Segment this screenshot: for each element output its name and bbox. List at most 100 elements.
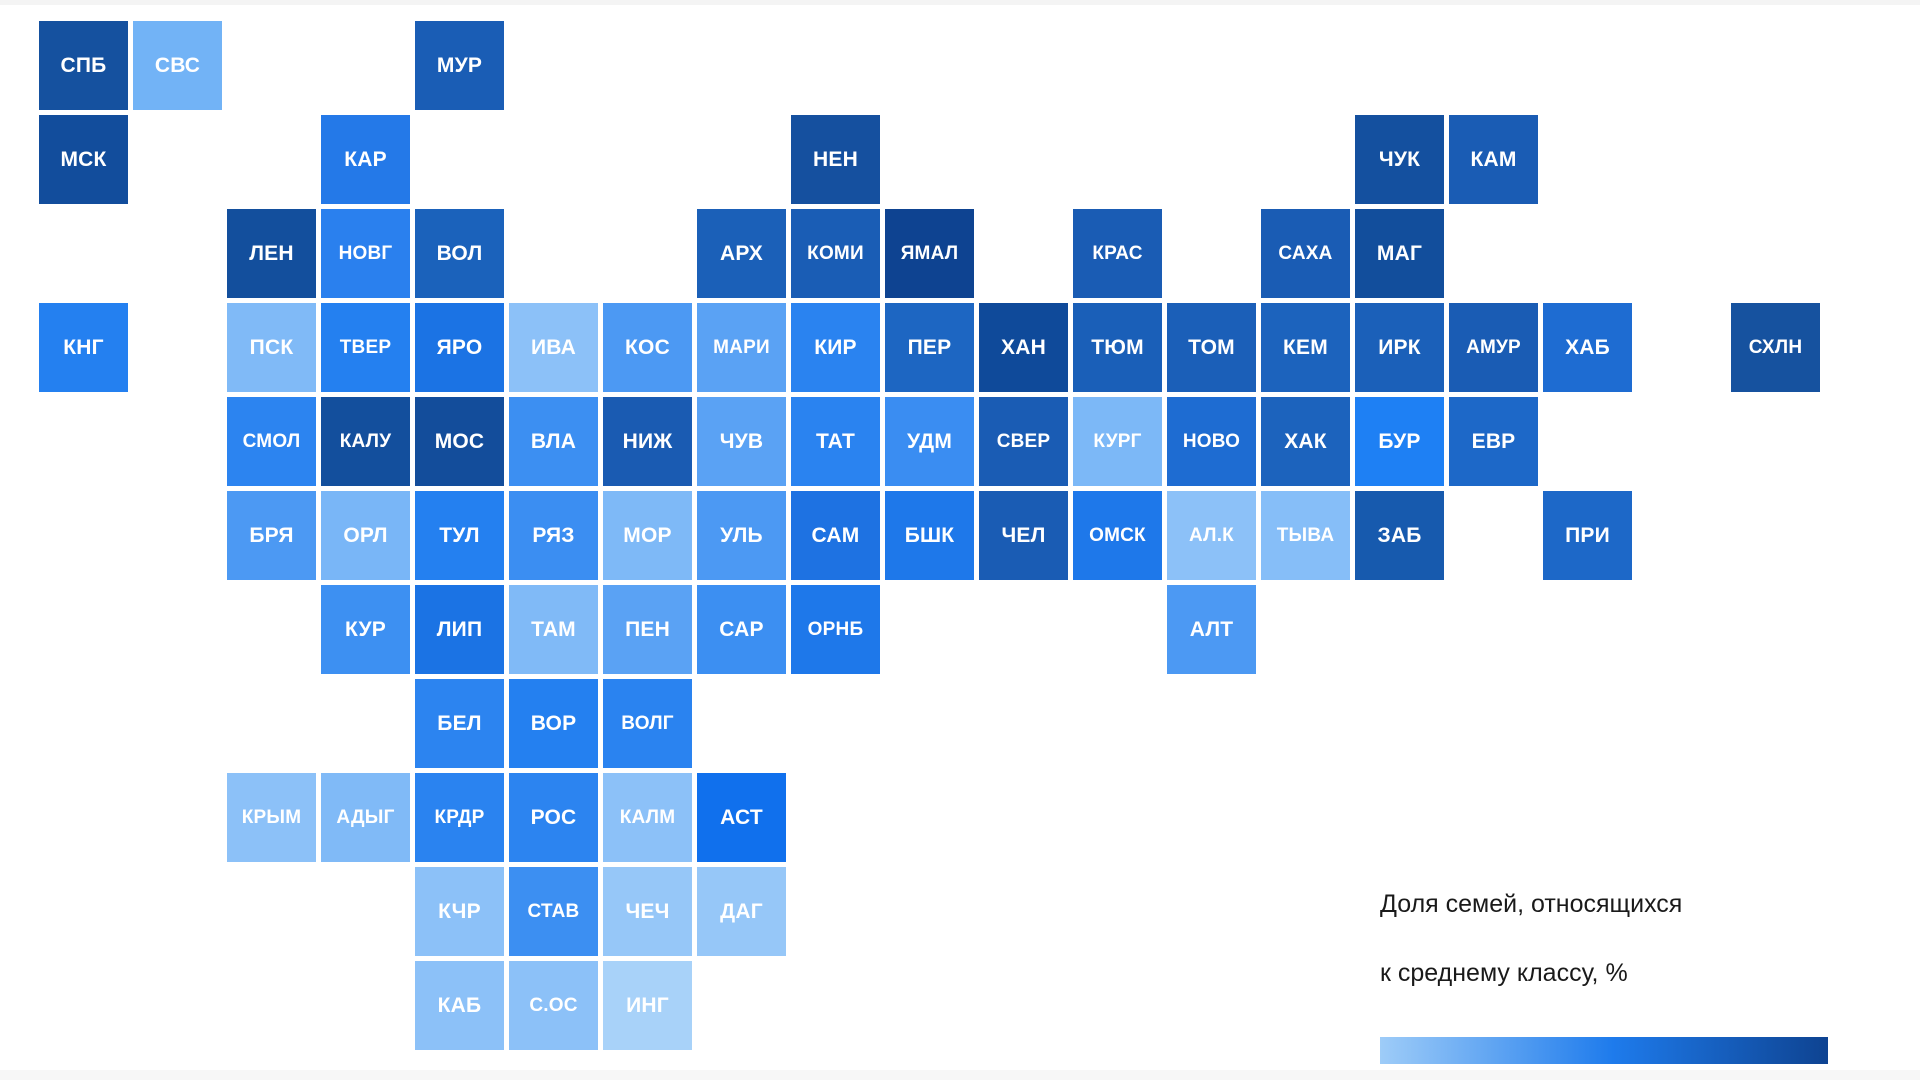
region-tile-КНГ[interactable]: КНГ	[39, 303, 128, 392]
region-tile-label: БУР	[1378, 430, 1421, 453]
region-tile-ЯРО[interactable]: ЯРО	[415, 303, 504, 392]
region-tile-label: АЛТ	[1189, 618, 1234, 641]
region-tile-ВОЛ[interactable]: ВОЛ	[415, 209, 504, 298]
region-tile-КРДР[interactable]: КРДР	[415, 773, 504, 862]
region-tile-КАМ[interactable]: КАМ	[1449, 115, 1538, 204]
region-tile-label: МОР	[623, 524, 672, 547]
region-tile-label: ПРИ	[1565, 524, 1610, 547]
region-tile-МСК[interactable]: МСК	[39, 115, 128, 204]
region-tile-СПБ[interactable]: СПБ	[39, 21, 128, 110]
region-tile-КАБ[interactable]: КАБ	[415, 961, 504, 1050]
region-tile-ИВА[interactable]: ИВА	[509, 303, 598, 392]
region-tile-КРЫМ[interactable]: КРЫМ	[227, 773, 316, 862]
region-tile-КАР[interactable]: КАР	[321, 115, 410, 204]
region-tile-ХАК[interactable]: ХАК	[1261, 397, 1350, 486]
region-tile-СВЕР[interactable]: СВЕР	[979, 397, 1068, 486]
region-tile-ЧУВ[interactable]: ЧУВ	[697, 397, 786, 486]
region-tile-ПЕР[interactable]: ПЕР	[885, 303, 974, 392]
region-tile-ТАТ[interactable]: ТАТ	[791, 397, 880, 486]
region-tile-ИРК[interactable]: ИРК	[1355, 303, 1444, 392]
region-tile-ЧЕЛ[interactable]: ЧЕЛ	[979, 491, 1068, 580]
region-tile-КУР[interactable]: КУР	[321, 585, 410, 674]
region-tile-ПРИ[interactable]: ПРИ	[1543, 491, 1632, 580]
region-tile-НЕН[interactable]: НЕН	[791, 115, 880, 204]
region-tile-ТУЛ[interactable]: ТУЛ	[415, 491, 504, 580]
region-tile-РОС[interactable]: РОС	[509, 773, 598, 862]
region-tile-БРЯ[interactable]: БРЯ	[227, 491, 316, 580]
region-tile-ОРНБ[interactable]: ОРНБ	[791, 585, 880, 674]
region-tile-ВЛА[interactable]: ВЛА	[509, 397, 598, 486]
region-tile-МАГ[interactable]: МАГ	[1355, 209, 1444, 298]
region-tile-КРАС[interactable]: КРАС	[1073, 209, 1162, 298]
region-tile-ХАБ[interactable]: ХАБ	[1543, 303, 1632, 392]
region-tile-ХАН[interactable]: ХАН	[979, 303, 1068, 392]
region-tile-БШК[interactable]: БШК	[885, 491, 974, 580]
region-tile-КИР[interactable]: КИР	[791, 303, 880, 392]
region-tile-label: МАГ	[1376, 242, 1423, 265]
region-tile-label: ПЕН	[625, 618, 670, 641]
region-tile-ОМСК[interactable]: ОМСК	[1073, 491, 1162, 580]
region-tile-МУР[interactable]: МУР	[415, 21, 504, 110]
region-tile-label: КАЛМ	[619, 807, 676, 828]
region-tile-МАРИ[interactable]: МАРИ	[697, 303, 786, 392]
region-tile-label: МАРИ	[713, 337, 770, 358]
region-tile-ЛИП[interactable]: ЛИП	[415, 585, 504, 674]
region-tile-ЧУК[interactable]: ЧУК	[1355, 115, 1444, 204]
region-tile-label: ДАГ	[720, 900, 763, 923]
region-tile-АДЫГ[interactable]: АДЫГ	[321, 773, 410, 862]
region-tile-КАЛМ[interactable]: КАЛМ	[603, 773, 692, 862]
region-tile-НОВО[interactable]: НОВО	[1167, 397, 1256, 486]
region-tile-ВОЛГ[interactable]: ВОЛГ	[603, 679, 692, 768]
region-tile-КУРГ[interactable]: КУРГ	[1073, 397, 1162, 486]
region-tile-САР[interactable]: САР	[697, 585, 786, 674]
region-tile-СМОЛ[interactable]: СМОЛ	[227, 397, 316, 486]
region-tile-АЛ.К[interactable]: АЛ.К	[1167, 491, 1256, 580]
region-tile-АМУР[interactable]: АМУР	[1449, 303, 1538, 392]
region-tile-НОВГ[interactable]: НОВГ	[321, 209, 410, 298]
region-tile-СТАВ[interactable]: СТАВ	[509, 867, 598, 956]
region-tile-КЕМ[interactable]: КЕМ	[1261, 303, 1350, 392]
region-tile-НИЖ[interactable]: НИЖ	[603, 397, 692, 486]
region-tile-УЛЬ[interactable]: УЛЬ	[697, 491, 786, 580]
region-tile-БУР[interactable]: БУР	[1355, 397, 1444, 486]
region-tile-ВОР[interactable]: ВОР	[509, 679, 598, 768]
region-tile-КАЛУ[interactable]: КАЛУ	[321, 397, 410, 486]
region-tile-КОМИ[interactable]: КОМИ	[791, 209, 880, 298]
region-tile-САХА[interactable]: САХА	[1261, 209, 1350, 298]
region-tile-ЛЕН[interactable]: ЛЕН	[227, 209, 316, 298]
region-tile-С.ОС[interactable]: С.ОС	[509, 961, 598, 1050]
region-tile-КОС[interactable]: КОС	[603, 303, 692, 392]
region-tile-ЯМАЛ[interactable]: ЯМАЛ	[885, 209, 974, 298]
region-tile-ИНГ[interactable]: ИНГ	[603, 961, 692, 1050]
region-tile-ДАГ[interactable]: ДАГ	[697, 867, 786, 956]
region-tile-ЗАБ[interactable]: ЗАБ	[1355, 491, 1444, 580]
region-tile-САМ[interactable]: САМ	[791, 491, 880, 580]
region-tile-МОР[interactable]: МОР	[603, 491, 692, 580]
region-tile-МОС[interactable]: МОС	[415, 397, 504, 486]
region-tile-label: СВЕР	[996, 431, 1051, 452]
region-tile-label: ВОЛГ	[621, 713, 674, 734]
region-tile-ОРЛ[interactable]: ОРЛ	[321, 491, 410, 580]
region-tile-СВС[interactable]: СВС	[133, 21, 222, 110]
region-tile-ТВЕР[interactable]: ТВЕР	[321, 303, 410, 392]
region-tile-АСТ[interactable]: АСТ	[697, 773, 786, 862]
region-tile-ТАМ[interactable]: ТАМ	[509, 585, 598, 674]
region-tile-КЧР[interactable]: КЧР	[415, 867, 504, 956]
region-tile-ПЕН[interactable]: ПЕН	[603, 585, 692, 674]
region-tile-ЧЕЧ[interactable]: ЧЕЧ	[603, 867, 692, 956]
region-tile-label: РЯЗ	[532, 524, 575, 547]
region-tile-ТЮМ[interactable]: ТЮМ	[1073, 303, 1162, 392]
region-tile-РЯЗ[interactable]: РЯЗ	[509, 491, 598, 580]
region-tile-label: КРЫМ	[241, 807, 302, 828]
region-tile-СХЛН[interactable]: СХЛН	[1731, 303, 1820, 392]
region-tile-ЕВР[interactable]: ЕВР	[1449, 397, 1538, 486]
legend-title: Доля семей, относящихся к среднему класс…	[1380, 852, 1830, 1025]
region-tile-АЛТ[interactable]: АЛТ	[1167, 585, 1256, 674]
region-tile-УДМ[interactable]: УДМ	[885, 397, 974, 486]
region-tile-ТЫВА[interactable]: ТЫВА	[1261, 491, 1350, 580]
region-tile-label: КАМ	[1470, 148, 1517, 171]
region-tile-ТОМ[interactable]: ТОМ	[1167, 303, 1256, 392]
region-tile-БЕЛ[interactable]: БЕЛ	[415, 679, 504, 768]
region-tile-ПСК[interactable]: ПСК	[227, 303, 316, 392]
region-tile-АРХ[interactable]: АРХ	[697, 209, 786, 298]
